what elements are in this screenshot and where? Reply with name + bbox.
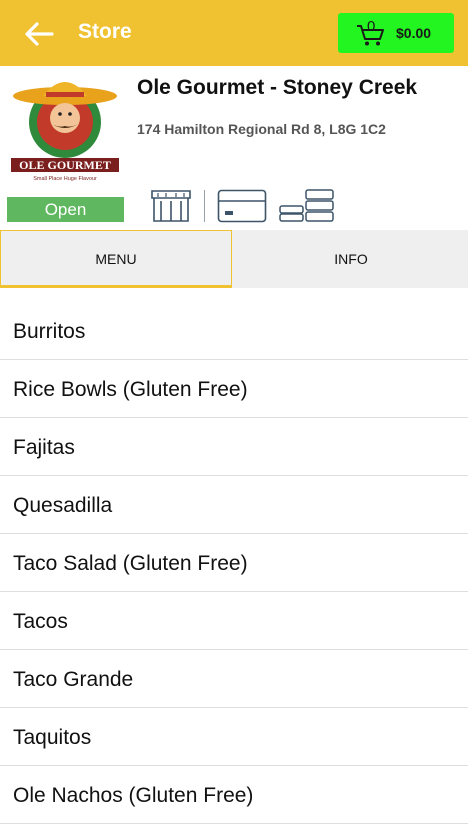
list-item[interactable]: Taco Salad (Gluten Free) [0,534,468,592]
icon-divider [204,190,205,222]
list-item-label: Taco Grande [13,668,134,691]
top-bar: Store 0 $0.00 [0,0,468,66]
list-item-label: Taco Salad (Gluten Free) [13,552,248,575]
svg-text:OLE GOURMET: OLE GOURMET [19,158,111,172]
list-item[interactable]: Tacos [0,592,468,650]
store-logo: OLE GOURMET Small Place Huge Flavour [8,74,122,186]
tab-bar: MENU INFO [0,230,468,288]
list-item[interactable]: Quesadilla [0,476,468,534]
list-item[interactable]: Fajitas [0,418,468,476]
list-item-label: Ole Nachos (Gluten Free) [13,784,254,807]
menu-list: Burritos Rice Bowls (Gluten Free) Fajita… [0,302,468,824]
list-item-label: Rice Bowls (Gluten Free) [13,378,248,401]
tab-menu[interactable]: MENU [0,230,232,288]
list-item[interactable]: Burritos [0,302,468,360]
cart-button[interactable]: 0 $0.00 [338,13,454,53]
list-item-label: Fajitas [13,436,75,459]
list-item[interactable]: Taquitos [0,708,468,766]
list-item-label: Tacos [13,610,68,633]
list-item-label: Quesadilla [13,494,113,517]
credit-card-icon [217,189,267,223]
cart-count-badge: 0 [367,18,376,35]
store-address: 174 Hamilton Regional Rd 8, L8G 1C2 [137,121,386,137]
tab-info[interactable]: INFO [234,230,468,288]
cart-total: $0.00 [396,25,432,41]
list-item[interactable]: Taco Grande [0,650,468,708]
list-item-label: Burritos [13,320,86,343]
list-item[interactable]: Rice Bowls (Gluten Free) [0,360,468,418]
storefront-icon [151,190,191,222]
store-name: Ole Gourmet - Stoney Creek [137,76,418,99]
store-status-badge: Open [7,197,124,222]
svg-text:Small Place Huge Flavour: Small Place Huge Flavour [33,176,97,182]
list-item[interactable]: Ole Nachos (Gluten Free) [0,766,468,824]
page-title: Store [78,20,132,43]
cash-stack-icon [279,189,334,222]
back-arrow-icon[interactable] [22,17,56,51]
list-item-label: Taquitos [13,726,92,749]
